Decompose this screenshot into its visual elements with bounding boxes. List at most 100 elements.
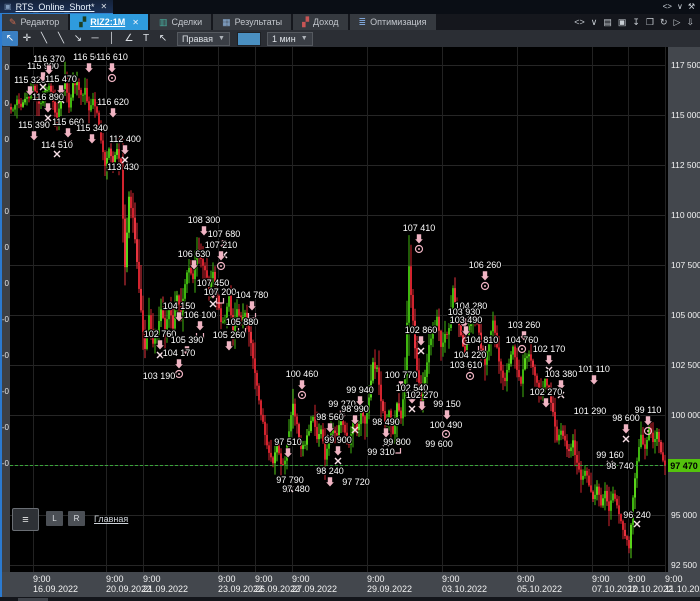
trade-price-label: 105 390 xyxy=(171,335,204,345)
tab-optimization[interactable]: ≣ Оптимизация xyxy=(349,14,438,30)
segment-tool[interactable]: ╲ xyxy=(53,31,69,46)
close-icon[interactable]: ✕ xyxy=(100,2,107,11)
trade-price-label: 115 390 xyxy=(18,120,50,130)
trade-price-label: 98 740 xyxy=(606,461,634,471)
trade-price-label: 100 490 xyxy=(430,420,463,430)
axis-side-dropdown[interactable]: Правая ▼ xyxy=(177,31,230,46)
trade-price-label: 116 620 xyxy=(97,97,129,107)
price-axis-label: 115 000 xyxy=(671,110,700,120)
right-axis-button[interactable]: R xyxy=(68,511,85,526)
price-axis-label: 107 500 xyxy=(671,260,700,270)
code-toggle-icon[interactable]: <> xyxy=(574,17,585,27)
tab-label: Редактор xyxy=(20,17,60,27)
tab-label: Доход xyxy=(312,17,339,27)
tab-income[interactable]: ▞ Доход xyxy=(293,14,350,30)
trade-price-label: 104 220 xyxy=(454,350,487,360)
left-axis-label: -0 xyxy=(1,351,9,360)
timeframe-value: 1 мин xyxy=(271,33,296,44)
step-icon[interactable]: ⇩ xyxy=(686,17,694,27)
close-icon[interactable]: ✕ xyxy=(132,18,139,27)
trade-price-label: 101 290 xyxy=(574,406,607,416)
text-tool[interactable]: T xyxy=(138,31,154,46)
select-tool[interactable]: ↖ xyxy=(2,31,18,46)
trade-price-label: 116 610 xyxy=(96,52,128,62)
timeframe-dropdown[interactable]: 1 мин ▼ xyxy=(266,31,313,46)
caret-down-icon[interactable]: ∨ xyxy=(591,17,598,27)
trade-price-label: 99 150 xyxy=(433,399,461,409)
chevron-down-icon: ▼ xyxy=(218,35,225,42)
axis-side-value: Правая xyxy=(182,33,214,44)
download-icon[interactable]: ↧ xyxy=(632,17,640,27)
vline-tool[interactable]: │ xyxy=(104,31,120,46)
window-bottom-edge xyxy=(0,597,700,601)
left-axis-button[interactable]: L xyxy=(46,511,63,526)
tab-results[interactable]: ▦ Результаты xyxy=(213,14,294,30)
line-tool[interactable]: ╲ xyxy=(36,31,52,46)
tools-icon[interactable]: ⚒ xyxy=(688,3,695,11)
trade-price-label: 116 370 xyxy=(33,54,65,64)
trade-price-label: 102 860 xyxy=(405,325,438,335)
code-toggle-icon[interactable]: <> xyxy=(663,3,672,11)
trade-price-label: 99 600 xyxy=(425,439,453,449)
tab-trades[interactable]: ▥ Сделки xyxy=(149,14,214,30)
chart-menu-button[interactable]: ≡ xyxy=(12,508,39,531)
price-axis-label: 117 500 xyxy=(671,60,700,70)
time-axis-tick: 9:00 05.10.2022 xyxy=(517,574,563,594)
trade-price-label: 103 610 xyxy=(450,360,483,370)
trade-price-label: 105 260 xyxy=(213,330,246,340)
trade-price-label: 105 880 xyxy=(226,317,259,327)
open-folder-icon[interactable]: ▤ xyxy=(603,17,612,27)
trade-price-label: 106 100 xyxy=(184,310,217,320)
time-axis-tick: 9:0011.10.2022 xyxy=(665,574,700,594)
trade-price-label: 115 340 xyxy=(76,123,108,133)
pointer-tool[interactable]: ↖ xyxy=(155,31,171,46)
window-edge-accent xyxy=(0,14,2,597)
editor-icon: ✎ xyxy=(9,16,17,27)
left-axis-label: 0 xyxy=(4,99,9,108)
trade-price-label: 104 780 xyxy=(236,290,269,300)
trade-price-label: 102 270 xyxy=(530,387,563,397)
hline-tool[interactable]: ─ xyxy=(87,31,103,46)
trade-price-label: 107 410 xyxy=(403,223,436,233)
price-axis-label: 112 500 xyxy=(671,160,700,170)
copy-icon[interactable]: ❐ xyxy=(646,17,654,27)
left-axis-label: 0 xyxy=(4,171,9,180)
refresh-icon[interactable]: ↻ xyxy=(660,17,668,27)
time-axis[interactable]: 9:00 16.09.2022 9:00 20.09.2022 9:00 21.09.20… xyxy=(0,572,700,597)
price-axis-label: 110 000 xyxy=(671,210,700,220)
left-axis-label: -0 xyxy=(1,315,9,324)
trade-price-label: 115 470 xyxy=(45,74,77,84)
trade-price-label: 98 560 xyxy=(316,412,344,422)
caret-down-icon[interactable]: ∨ xyxy=(677,3,683,11)
home-link[interactable]: Главная xyxy=(94,514,128,524)
tab-chart[interactable]: ▞ RIZ2:1M ✕ xyxy=(70,14,150,30)
document-tab[interactable]: ▣ RTS_Online_Short* ✕ xyxy=(0,0,114,14)
time-axis-tick: 9:00 27.09.2022 xyxy=(292,574,338,594)
document-tab-label: RTS_Online_Short* xyxy=(15,1,95,12)
candlestick-chart[interactable]: 115 320115 900116 370115 470116 560116 6… xyxy=(10,47,666,572)
trade-price-label: 103 190 xyxy=(143,371,176,381)
tabbar: ✎ Редактор ▞ RIZ2:1M ✕ ▥ Сделки ▦ Результаты ▞ Дох… xyxy=(0,14,700,30)
ray-tool[interactable]: ↘ xyxy=(70,31,86,46)
trade-price-label: 99 900 xyxy=(324,435,352,445)
trade-price-label: 103 380 xyxy=(545,369,578,379)
color-swatch-button[interactable] xyxy=(236,31,261,46)
trade-price-label: 100 460 xyxy=(286,369,319,379)
trade-price-label: 97 480 xyxy=(282,484,310,494)
price-axis[interactable]: 117 500 115 000 112 500 110 000 107 500 105 0… xyxy=(668,47,700,572)
trade-price-label: 102 170 xyxy=(533,344,566,354)
trade-price-label: 106 630 xyxy=(178,249,211,259)
tab-editor[interactable]: ✎ Редактор xyxy=(0,14,71,30)
tab-label: Сделки xyxy=(171,17,203,27)
trade-price-label: 97 510 xyxy=(274,437,302,447)
chart-plot[interactable]: 115 320 115 900 116 370 115 470 116 560 116 6… xyxy=(10,47,666,572)
last-price-badge: 97 470 xyxy=(668,459,700,472)
trade-price-label: 98 990 xyxy=(341,404,369,414)
left-axis-label: 0 xyxy=(4,279,9,288)
tab-label: Результаты xyxy=(234,17,283,27)
save-icon[interactable]: ▣ xyxy=(618,17,627,27)
crosshair-tool[interactable]: ✛ xyxy=(19,31,35,46)
run-icon[interactable]: ▷ xyxy=(674,17,681,27)
trade-price-label: 99 940 xyxy=(346,385,374,395)
angle-tool[interactable]: ∠ xyxy=(121,31,137,46)
